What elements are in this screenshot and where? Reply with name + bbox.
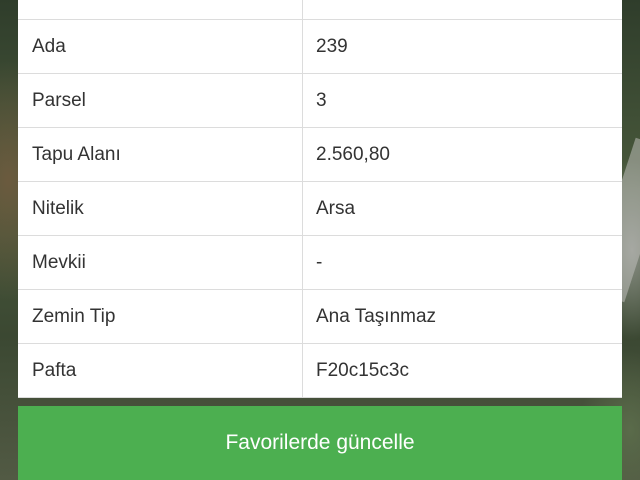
- row-label: Mahalle No: [18, 0, 303, 19]
- row-value: -: [316, 251, 323, 273]
- row-value: F20c15c3c: [316, 359, 409, 381]
- parcel-info-table: Mahalle No 147523 Ada 239 Parsel 3 Tapu …: [18, 0, 622, 398]
- row-label: Pafta: [18, 344, 303, 397]
- row-value: 2.560,80: [316, 143, 390, 165]
- row-label: Nitelik: [18, 182, 303, 235]
- table-row-mahalle-no: Mahalle No 147523: [18, 0, 622, 20]
- row-label: Zemin Tip: [18, 290, 303, 343]
- table-row-ada: Ada 239: [18, 20, 622, 74]
- row-label: Parsel: [18, 74, 303, 127]
- table-row-zemin-tip: Zemin Tip Ana Taşınmaz: [18, 290, 622, 344]
- row-label: Mevkii: [18, 236, 303, 289]
- table-row-pafta: Pafta F20c15c3c: [18, 344, 622, 398]
- table-row-nitelik: Nitelik Arsa: [18, 182, 622, 236]
- table-row-tapu-alani: Tapu Alanı 2.560,80: [18, 128, 622, 182]
- row-label: Tapu Alanı: [18, 128, 303, 181]
- update-favorites-button[interactable]: Favorilerde güncelle: [18, 406, 622, 480]
- table-row-mevkii: Mevkii -: [18, 236, 622, 290]
- row-value: 3: [316, 89, 327, 111]
- table-row-parsel: Parsel 3: [18, 74, 622, 128]
- row-label: Ada: [18, 20, 303, 73]
- row-value: Arsa: [316, 197, 356, 219]
- row-value: 239: [316, 35, 348, 57]
- row-value: 147523: [303, 0, 622, 19]
- row-value: Ana Taşınmaz: [316, 305, 437, 327]
